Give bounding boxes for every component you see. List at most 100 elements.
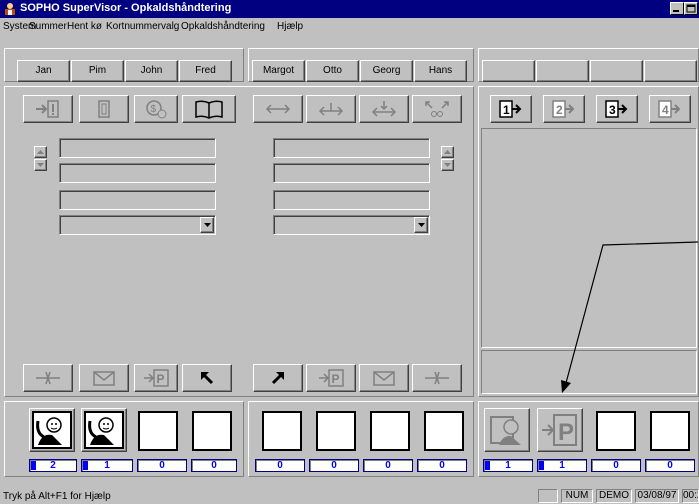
money-charge-button[interactable]: $ — [134, 95, 178, 123]
park-icon: P — [542, 414, 577, 446]
counter-1: 2 — [29, 459, 77, 472]
operator-key-1[interactable] — [29, 408, 75, 452]
dropdown-button-a[interactable] — [200, 217, 214, 233]
empty-key-5[interactable] — [262, 411, 302, 451]
scroll-down-button-b[interactable] — [441, 159, 454, 171]
transfer-alert-button[interactable] — [23, 95, 73, 123]
maximize-button[interactable] — [684, 2, 698, 15]
answer-button[interactable] — [182, 364, 232, 392]
swap-button[interactable] — [253, 95, 303, 123]
park-button[interactable]: P — [134, 364, 178, 392]
app-icon[interactable] — [3, 2, 17, 16]
line-1-label: 1 — [503, 103, 510, 117]
counter-9: 1 — [483, 459, 533, 472]
counter-10: 1 — [537, 459, 587, 472]
line-2-button[interactable]: 2 — [543, 95, 585, 123]
message-button[interactable] — [79, 364, 129, 392]
counter-11: 0 — [591, 459, 641, 472]
contact-pim-button[interactable]: Pim — [71, 60, 124, 82]
contact-otto-button[interactable]: Otto — [306, 60, 359, 82]
empty-key-11[interactable] — [596, 411, 636, 451]
scissor-arrows-icon — [425, 101, 449, 117]
counter-6-value: 0 — [331, 460, 337, 471]
party-b-info-field[interactable] — [273, 190, 430, 210]
menu-summer[interactable]: Summer — [29, 21, 67, 32]
join-button[interactable] — [359, 95, 409, 123]
svg-text:$: $ — [151, 104, 157, 115]
contact-fred-button[interactable]: Fred — [179, 60, 232, 82]
line-4-arrow-icon: 4 — [658, 100, 681, 118]
queue-key[interactable] — [484, 408, 530, 452]
message-envelope-icon — [373, 371, 395, 386]
contact-empty-button-4[interactable] — [644, 60, 697, 82]
park-icon: P — [319, 369, 344, 387]
join-arrows-icon — [371, 101, 397, 117]
empty-key-6[interactable] — [316, 411, 356, 451]
counter-7-value: 0 — [385, 460, 391, 471]
operator-key-2[interactable] — [81, 408, 127, 452]
svg-text:P: P — [558, 419, 574, 446]
empty-key-8[interactable] — [424, 411, 464, 451]
counter-12-value: 0 — [667, 460, 673, 471]
directory-book-icon — [195, 100, 223, 119]
contact-john-button[interactable]: John — [125, 60, 178, 82]
directory-book-button[interactable] — [182, 95, 236, 123]
phone-unit-button[interactable] — [79, 95, 129, 123]
counter-4-value: 0 — [211, 460, 217, 471]
status-hint: Tryk på Alt+F1 for Hjælp — [3, 491, 111, 502]
empty-key-3[interactable] — [138, 411, 178, 451]
scroll-down-button[interactable] — [34, 159, 47, 171]
transfer-alert-icon — [36, 100, 59, 118]
line-3-button[interactable]: 3 — [596, 95, 638, 123]
operator-headset-icon — [32, 411, 72, 449]
contact-hans-button[interactable]: Hans — [414, 60, 467, 82]
menu-hent-ko[interactable]: Hent kø — [67, 21, 102, 32]
status-time: 00:2 — [682, 489, 699, 503]
party-a-number-field[interactable] — [59, 163, 216, 183]
line-4-button[interactable]: 4 — [649, 95, 691, 123]
party-a-name-field[interactable] — [59, 138, 216, 158]
disconnect-button-b[interactable] — [412, 364, 462, 392]
menu-kortnummervalg[interactable]: Kortnummervalg — [106, 21, 179, 32]
queue-operator-icon — [490, 416, 521, 445]
contact-margot-button[interactable]: Margot — [252, 60, 305, 82]
scissor-split-button[interactable] — [412, 95, 462, 123]
contact-empty-button-1[interactable] — [482, 60, 535, 82]
party-b-select[interactable] — [273, 215, 430, 235]
empty-key-12[interactable] — [650, 411, 690, 451]
party-a-select[interactable] — [59, 215, 216, 235]
empty-key-4[interactable] — [192, 411, 232, 451]
scroll-up-button[interactable] — [34, 146, 47, 158]
counter-10-value: 1 — [559, 460, 565, 471]
scroll-up-button-b[interactable] — [441, 146, 454, 158]
contact-empty-button-2[interactable] — [536, 60, 589, 82]
minimize-button[interactable] — [670, 2, 684, 15]
hold-button[interactable] — [253, 364, 303, 392]
contact-empty-button-3[interactable] — [590, 60, 643, 82]
contact-georg-button[interactable]: Georg — [360, 60, 413, 82]
counter-1-value: 2 — [50, 460, 56, 471]
window-title: SOPHO SuperVisor - Opkaldshåndtering — [20, 2, 232, 14]
empty-key-7[interactable] — [370, 411, 410, 451]
menu-opkaldshandtering[interactable]: Opkaldshåndtering — [181, 21, 265, 32]
park-button-b[interactable]: P — [306, 364, 356, 392]
counter-3-value: 0 — [159, 460, 165, 471]
party-b-number-field[interactable] — [273, 163, 430, 183]
counter-6: 0 — [309, 459, 359, 472]
counter-9-value: 1 — [505, 460, 511, 471]
operator-headset-icon — [84, 411, 124, 449]
menu-bar: System Summer Hent kø Kortnummervalg Opk… — [0, 18, 699, 35]
park-icon: P — [144, 369, 169, 387]
party-a-info-field[interactable] — [59, 190, 216, 210]
swap-arrows-icon — [265, 104, 291, 114]
disconnect-button[interactable] — [23, 364, 73, 392]
park-key[interactable]: P — [537, 408, 583, 452]
message-button-b[interactable] — [359, 364, 409, 392]
contact-jan-button[interactable]: Jan — [17, 60, 70, 82]
line-1-button[interactable]: 1 — [490, 95, 532, 123]
split-button[interactable] — [306, 95, 356, 123]
dropdown-button-b[interactable] — [414, 217, 428, 233]
counter-11-value: 0 — [613, 460, 619, 471]
party-b-name-field[interactable] — [273, 138, 430, 158]
menu-hjaelp[interactable]: Hjælp — [277, 21, 303, 32]
